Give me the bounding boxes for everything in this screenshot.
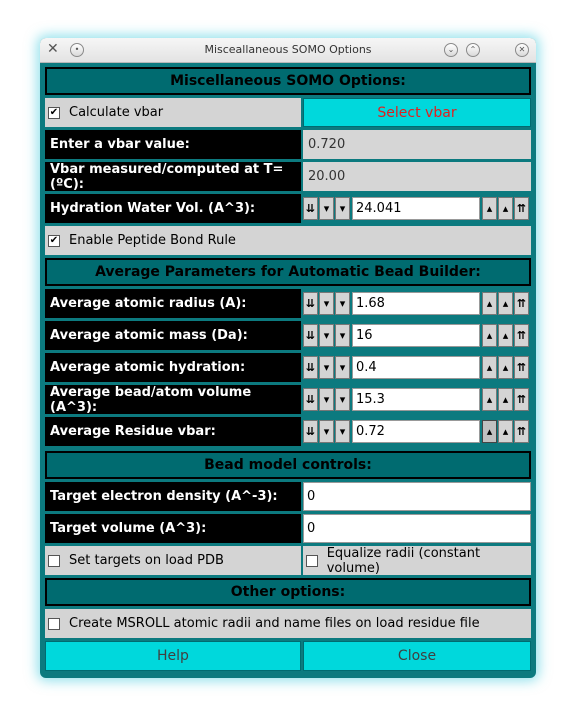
set-targets-label: Set targets on load PDB [69, 553, 224, 568]
increment-medium-button[interactable]: ▴ [498, 388, 513, 411]
equalize-radii-checkbox-row[interactable]: Equalize radii (constant volume) [303, 545, 531, 576]
increment-small-button[interactable]: ▴ [482, 324, 497, 347]
average-param-label: Average atomic radius (A): [45, 289, 301, 318]
average-param-value-input[interactable]: 15.3 [352, 388, 480, 411]
peptide-bond-checkbox-row[interactable]: ✔ Enable Peptide Bond Rule [45, 226, 531, 255]
increment-small-button[interactable]: ▴ [482, 292, 497, 315]
increment-small-button[interactable]: ▴ [482, 388, 497, 411]
decrement-small-button[interactable]: ▾ [335, 420, 350, 443]
increment-medium-button[interactable]: ▴ [498, 292, 513, 315]
average-param-label: Average atomic hydration: [45, 353, 301, 382]
decrement-medium-button[interactable]: ▾ [319, 197, 334, 220]
vbar-value-field[interactable]: 0.720 [303, 130, 531, 159]
increment-medium-button[interactable]: ▴ [498, 356, 513, 379]
average-param-counter: ⇊ ▾ ▾ ▴ ▴ ⇈ 0.4 [303, 353, 531, 382]
equalize-radii-label: Equalize radii (constant volume) [326, 545, 481, 576]
window-title: Misceallaneous SOMO Options [204, 43, 372, 56]
hydration-counter: ⇊ ▾ ▾ 24.041 ▴ ▴ ⇈ [303, 194, 531, 223]
close-icon[interactable]: ✕ [515, 43, 529, 57]
decrement-large-button[interactable]: ⇊ [303, 388, 318, 411]
target-volume-input[interactable]: 0 [303, 514, 531, 543]
help-button[interactable]: Help [45, 641, 301, 671]
average-param-value-input[interactable]: 0.72 [352, 420, 480, 443]
average-param-label: Average atomic mass (Da): [45, 321, 301, 350]
close-button[interactable]: Close [303, 641, 531, 671]
target-density-label: Target electron density (A^-3): [45, 482, 301, 511]
increment-medium-button[interactable]: ▴ [498, 420, 513, 443]
set-targets-checkbox-row[interactable]: Set targets on load PDB [45, 546, 301, 575]
increment-large-button[interactable]: ⇈ [514, 420, 529, 443]
average-param-label: Average Residue vbar: [45, 417, 301, 446]
section-header-misc: Miscellaneous SOMO Options: [45, 67, 531, 95]
decrement-medium-button[interactable]: ▾ [319, 420, 334, 443]
section-header-average: Average Parameters for Automatic Bead Bu… [45, 258, 531, 286]
hydration-value-input[interactable]: 24.041 [352, 197, 480, 220]
decrement-large-button[interactable]: ⇊ [303, 420, 318, 443]
average-param-counter: ⇊ ▾ ▾ ▴ ▴ ⇈ 0.72 [303, 417, 531, 446]
decrement-large-button[interactable]: ⇊ [303, 356, 318, 379]
average-param-counter: ⇊ ▾ ▾ ▴ ▴ ⇈ 1.68 [303, 289, 531, 318]
minimize-icon[interactable]: ⌄ [444, 43, 458, 57]
decrement-small-button[interactable]: ▾ [335, 356, 350, 379]
decrement-medium-button[interactable]: ▾ [319, 292, 334, 315]
hydration-label: Hydration Water Vol. (A^3): [45, 194, 301, 223]
increment-large-button[interactable]: ⇈ [514, 292, 529, 315]
options-window: ✕ • Misceallaneous SOMO Options ⌄ ⌃ ✕ Mi… [40, 38, 536, 678]
increment-large-button[interactable]: ⇈ [514, 197, 529, 220]
vbar-label: Enter a vbar value: [45, 130, 301, 159]
decrement-medium-button[interactable]: ▾ [319, 356, 334, 379]
decrement-small-button[interactable]: ▾ [335, 388, 350, 411]
increment-small-button[interactable]: ▴ [482, 420, 497, 443]
temperature-label: Vbar measured/computed at T=(ºC): [45, 162, 301, 192]
set-targets-checkbox[interactable] [48, 554, 60, 567]
msroll-checkbox-row[interactable]: Create MSROLL atomic radii and name file… [45, 609, 531, 638]
average-param-value-input[interactable]: 16 [352, 324, 480, 347]
average-param-value-input[interactable]: 1.68 [352, 292, 480, 315]
increment-medium-button[interactable]: ▴ [498, 197, 513, 220]
target-density-input[interactable]: 0 [303, 482, 531, 511]
section-header-bead: Bead model controls: [45, 451, 531, 479]
peptide-bond-label: Enable Peptide Bond Rule [69, 233, 236, 248]
decrement-large-button[interactable]: ⇊ [303, 324, 318, 347]
peptide-bond-checkbox[interactable]: ✔ [48, 234, 60, 247]
decrement-small-button[interactable]: ▾ [335, 324, 350, 347]
section-header-other: Other options: [45, 578, 531, 606]
average-param-counter: ⇊ ▾ ▾ ▴ ▴ ⇈ 15.3 [303, 385, 531, 414]
average-param-counter: ⇊ ▾ ▾ ▴ ▴ ⇈ 16 [303, 321, 531, 350]
equalize-radii-checkbox[interactable] [306, 554, 318, 567]
msroll-label: Create MSROLL atomic radii and name file… [69, 616, 480, 631]
title-bar[interactable]: ✕ • Misceallaneous SOMO Options ⌄ ⌃ ✕ [40, 38, 536, 63]
maximize-icon[interactable]: ⌃ [466, 43, 480, 57]
decrement-large-button[interactable]: ⇊ [303, 197, 318, 220]
decrement-small-button[interactable]: ▾ [335, 292, 350, 315]
increment-small-button[interactable]: ▴ [482, 356, 497, 379]
msroll-checkbox[interactable] [48, 617, 60, 630]
average-param-value-input[interactable]: 0.4 [352, 356, 480, 379]
decrement-medium-button[interactable]: ▾ [319, 388, 334, 411]
calculate-vbar-checkbox-row[interactable]: ✔ Calculate vbar [45, 98, 301, 127]
target-volume-label: Target volume (A^3): [45, 514, 301, 543]
temperature-value-field[interactable]: 20.00 [303, 162, 531, 191]
increment-large-button[interactable]: ⇈ [514, 324, 529, 347]
increment-large-button[interactable]: ⇈ [514, 388, 529, 411]
decrement-large-button[interactable]: ⇊ [303, 292, 318, 315]
select-vbar-button[interactable]: Select vbar [303, 98, 531, 127]
increment-large-button[interactable]: ⇈ [514, 356, 529, 379]
calculate-vbar-label: Calculate vbar [69, 105, 164, 120]
calculate-vbar-checkbox[interactable]: ✔ [48, 106, 60, 119]
increment-medium-button[interactable]: ▴ [498, 324, 513, 347]
increment-small-button[interactable]: ▴ [482, 197, 497, 220]
decrement-small-button[interactable]: ▾ [335, 197, 350, 220]
average-param-label: Average bead/atom volume (A^3): [45, 385, 301, 415]
decrement-medium-button[interactable]: ▾ [319, 324, 334, 347]
